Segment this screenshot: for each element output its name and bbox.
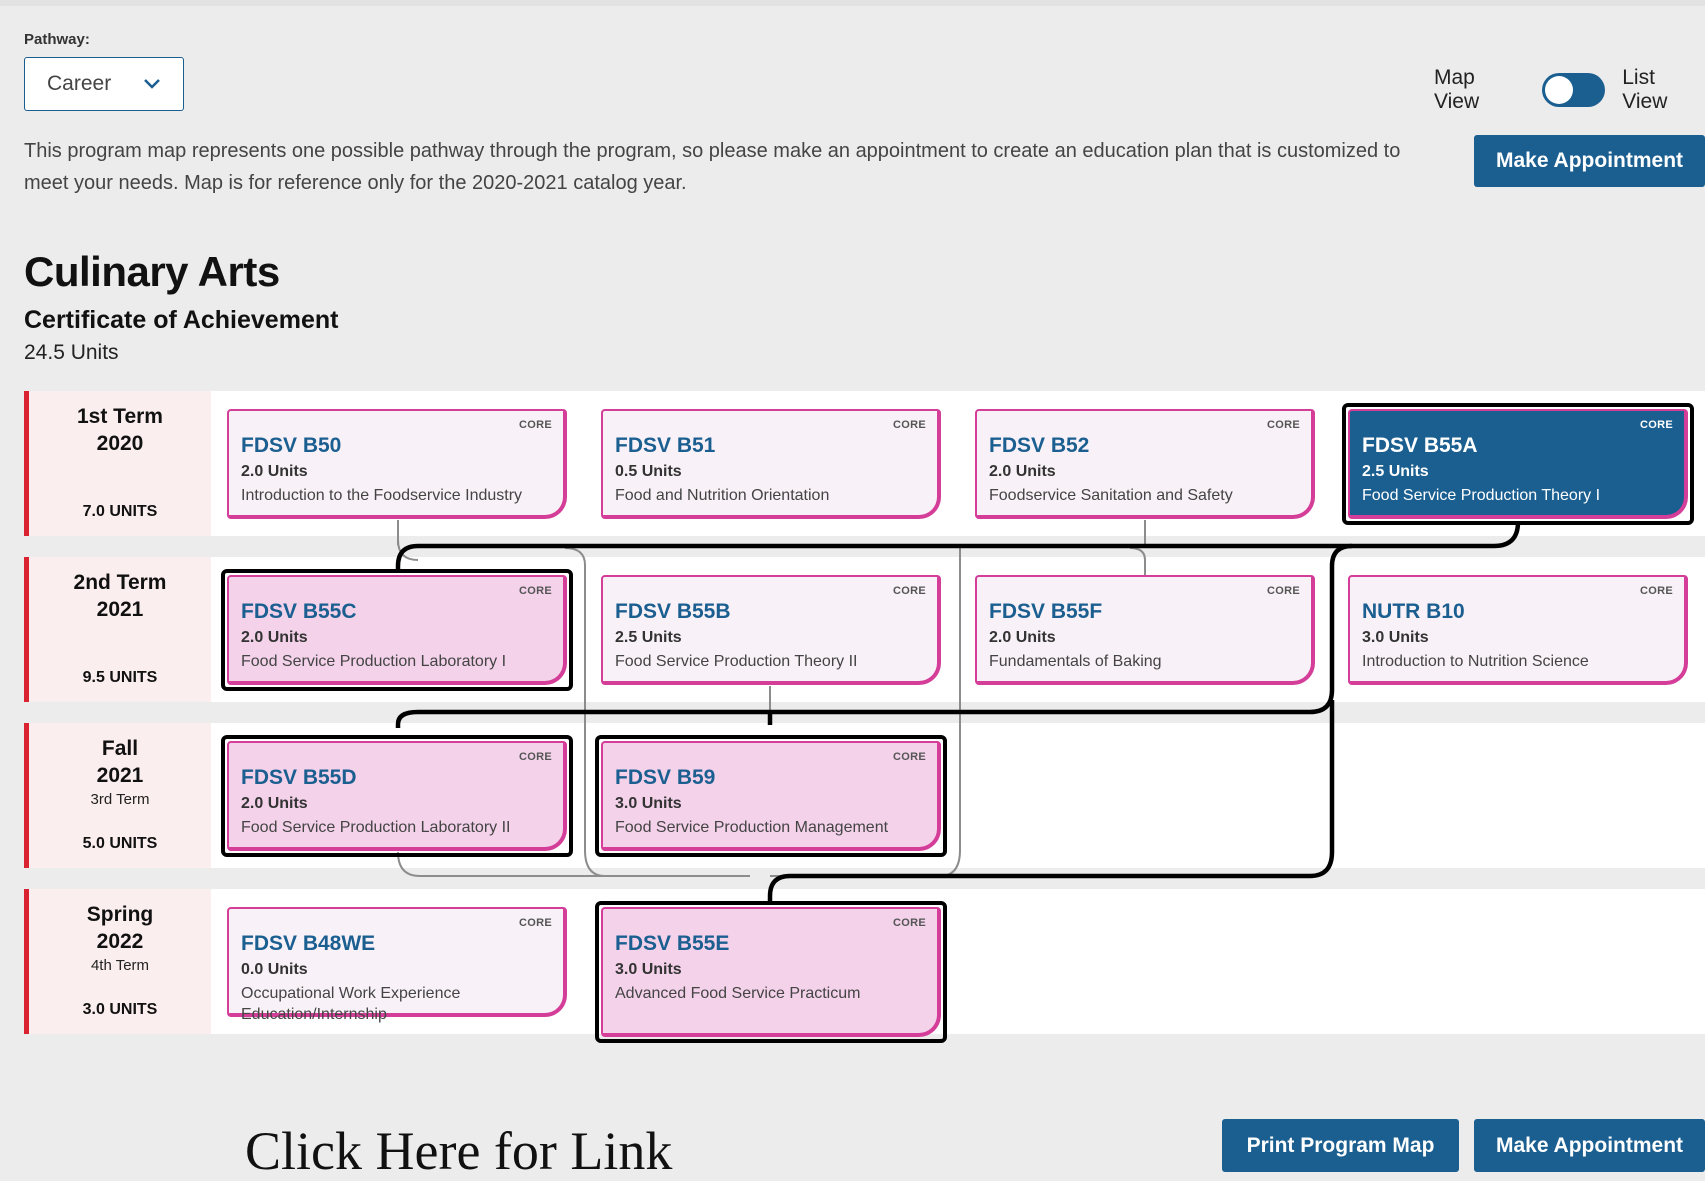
term-units: 9.5 UNITS xyxy=(82,669,158,686)
link-text[interactable]: Click Here for Link xyxy=(245,1121,672,1181)
map-view-label[interactable]: Map View xyxy=(1434,66,1525,114)
term-name: 2nd Term 2021 xyxy=(73,571,167,621)
course-card[interactable]: CORE FDSV B51 0.5 Units Food and Nutrition … xyxy=(601,409,941,519)
core-badge: CORE xyxy=(893,585,926,597)
prerequisite-outline xyxy=(595,735,947,857)
term-label: Spring 2022 4th Term 3.0 UNITS xyxy=(24,889,211,1034)
chevron-down-icon xyxy=(143,78,161,90)
core-badge: CORE xyxy=(1267,585,1300,597)
course-code: FDSV B50 xyxy=(241,434,342,457)
term-name: Spring 2022 xyxy=(86,903,154,953)
course-code: FDSV B55B xyxy=(615,600,731,623)
prerequisite-outline xyxy=(221,735,573,857)
core-badge: CORE xyxy=(893,419,926,431)
course-card[interactable]: CORE NUTR B10 3.0 Units Introduction to Nut… xyxy=(1348,575,1688,685)
term-label: Fall 2021 3rd Term 5.0 UNITS xyxy=(24,723,211,868)
course-units: 3.0 Units xyxy=(1362,629,1429,646)
course-title: Food and Nutrition Orientation xyxy=(615,487,830,504)
term-label: 2nd Term 2021 9.5 UNITS xyxy=(24,557,211,702)
prerequisite-outline xyxy=(595,901,947,1043)
program-description: This program map represents one possible… xyxy=(24,140,1401,194)
toggle-knob xyxy=(1544,76,1573,104)
course-card[interactable]: CORE FDSV B55F 2.0 Units Fundamentals of Ba… xyxy=(975,575,1315,685)
core-badge: CORE xyxy=(1640,585,1673,597)
core-badge: CORE xyxy=(519,917,552,929)
term-sub: 3rd Term xyxy=(90,791,150,808)
term-units: 3.0 UNITS xyxy=(82,1001,158,1018)
print-program-map-button[interactable]: Print Program Map xyxy=(1222,1119,1459,1172)
term-units: 7.0 UNITS xyxy=(82,503,158,520)
course-title: Food Service Production Theory II xyxy=(615,653,858,670)
pathway-select[interactable]: Career xyxy=(24,57,184,111)
view-toggle-switch[interactable] xyxy=(1541,73,1606,107)
course-title: Introduction to Nutrition Science xyxy=(1362,653,1589,670)
course-code: NUTR B10 xyxy=(1362,600,1465,623)
course-code: FDSV B55F xyxy=(989,600,1103,623)
course-title: Introduction to the Foodservice Industry xyxy=(241,487,523,504)
course-units: 0.5 Units xyxy=(615,463,682,480)
course-code: FDSV B51 xyxy=(615,434,716,457)
core-badge: CORE xyxy=(1267,419,1300,431)
term-name: 1st Term 2020 xyxy=(77,405,163,455)
course-card[interactable]: CORE FDSV B50 2.0 Units Introduction to the… xyxy=(227,409,567,519)
make-appointment-button-bottom[interactable]: Make Appointment xyxy=(1474,1119,1705,1172)
top-strip xyxy=(0,0,1705,6)
term-label: 1st Term 2020 7.0 UNITS xyxy=(24,391,211,536)
list-view-label[interactable]: List View xyxy=(1622,66,1705,114)
course-code: FDSV B48WE xyxy=(241,932,376,955)
course-card[interactable]: CORE FDSV B48WE 0.0 Units Occupational Work… xyxy=(227,907,567,1023)
course-card[interactable]: CORE FDSV B55B 2.5 Units Food Service Produ… xyxy=(601,575,941,685)
award-title: Certificate of Achievement xyxy=(24,306,339,334)
course-title: Occupational Work Experience Education/I… xyxy=(241,985,461,1023)
term-units: 5.0 UNITS xyxy=(82,835,158,852)
program-units: 24.5 Units xyxy=(24,341,119,364)
course-title: Foodservice Sanitation and Safety xyxy=(989,487,1233,504)
term-sub: 4th Term xyxy=(90,957,150,974)
course-units: 2.5 Units xyxy=(615,629,682,646)
course-code: FDSV B52 xyxy=(989,434,1090,457)
course-card[interactable]: CORE FDSV B52 2.0 Units Foodservice Sanitat… xyxy=(975,409,1315,519)
course-units: 0.0 Units xyxy=(241,961,308,978)
course-units: 2.0 Units xyxy=(989,463,1056,480)
program-title: Culinary Arts xyxy=(24,248,280,295)
core-badge: CORE xyxy=(519,419,552,431)
selected-outline xyxy=(1342,403,1694,525)
term-name: Fall 2021 xyxy=(96,737,144,787)
pathway-label: Pathway: xyxy=(24,31,90,48)
prerequisite-outline xyxy=(221,569,573,691)
course-units: 2.0 Units xyxy=(989,629,1056,646)
make-appointment-button-top[interactable]: Make Appointment xyxy=(1474,135,1705,187)
course-title: Fundamentals of Baking xyxy=(989,653,1162,670)
view-toggle: Map View List View xyxy=(1434,66,1705,114)
course-units: 2.0 Units xyxy=(241,463,308,480)
pathway-select-value: Career xyxy=(47,72,112,95)
